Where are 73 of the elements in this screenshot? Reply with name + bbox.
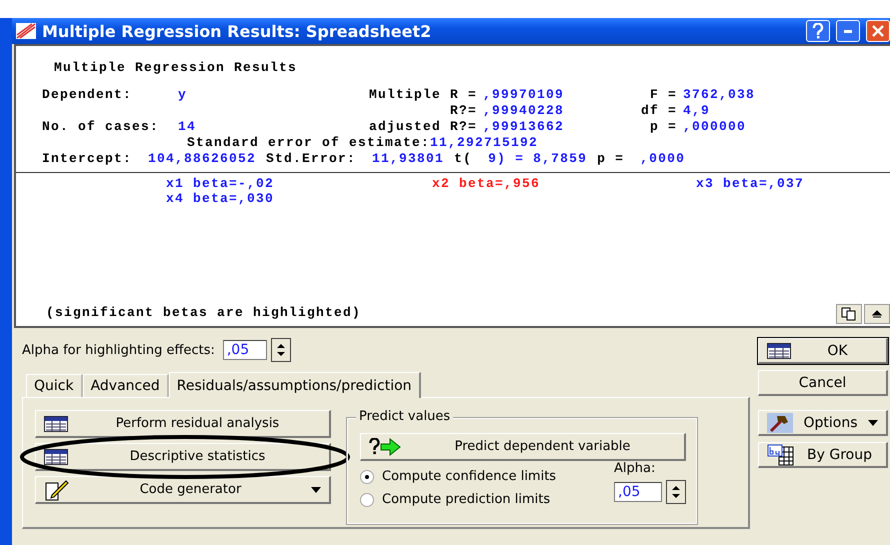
caret-icon [868,420,878,426]
stat-label: adjusted R?= [368,119,478,134]
predict-button[interactable]: Predict dependent variable [360,433,686,461]
action-button[interactable]: Descriptive statistics [35,443,331,471]
stat-label: F = [648,87,678,102]
hammer-icon [767,412,793,432]
table-icon [44,448,68,464]
stat-label: Std.Error: [266,151,358,166]
stat-label: Dependent: [42,87,134,102]
dialog-button[interactable]: Cancel [758,370,888,396]
alpha-label: Alpha: [614,461,656,476]
stat-value: 11,292715192 [430,135,538,150]
stat-value: 14 [178,119,198,134]
question-arrow-icon [369,438,403,456]
radio-option[interactable]: Compute confidence limits [360,469,556,484]
dialog-button[interactable]: OK [758,338,888,364]
stat-value: 104,88626052 [148,151,256,166]
table-icon [767,342,791,358]
stat-value: 3762,038 [683,87,756,102]
stat-label: No. of cases: [42,119,160,134]
help-button[interactable] [806,20,830,42]
minimize-icon [843,29,853,33]
caret-icon [311,486,321,492]
beta-value: x1 beta=-,02 [166,176,276,191]
minimize-button[interactable] [836,20,860,42]
radio-icon[interactable] [360,492,374,506]
copy-icon [841,307,857,321]
stat-label: Multiple R = [368,87,478,102]
stat-value: 11,93801 [372,151,444,166]
stat-value: ,99970109 [483,87,566,102]
beta-value: x4 beta=,030 [166,191,276,206]
stat-label: df = [640,103,678,118]
pencil-icon [44,478,70,500]
stat-value: ,0000 [640,151,686,166]
stat-value: 9) = 8,7859 [488,151,588,166]
stat-label: R?= [448,103,478,118]
report-heading: Multiple Regression Results [54,60,298,75]
dialog-button[interactable]: By Group [758,442,888,468]
stat-label: p = [597,151,626,166]
arrow-up-icon [872,309,882,319]
stat-label: Intercept: [42,151,134,166]
stat-value: ,99913662 [483,119,566,134]
report-note: (significant betas are highlighted) [46,305,362,320]
stat-value: y [178,87,188,102]
tab[interactable]: Quick [26,374,83,397]
beta-value: x3 beta=,037 [696,176,806,191]
tab[interactable]: Residuals/assumptions/prediction [168,372,421,398]
dialog-button[interactable]: Options [758,410,888,436]
alpha-field[interactable]: ,05 [614,482,662,502]
alpha-label: Alpha for highlighting effects: [22,342,215,358]
stat-label: t( [454,151,474,166]
spin-buttons[interactable] [270,338,291,362]
table-icon [44,416,68,432]
copy-button[interactable] [836,304,862,324]
action-button[interactable]: Perform residual analysis [35,410,331,438]
close-button[interactable] [866,20,890,42]
beta-value: x2 beta=,956 [432,176,542,191]
stat-value: ,99940228 [483,103,566,118]
stat-label: p = [648,119,678,134]
radio-icon[interactable] [360,470,374,484]
help-icon [812,23,824,39]
spin-buttons[interactable] [666,480,686,504]
window-title: Multiple Regression Results: Spreadsheet2 [42,22,432,40]
stat-value: 4,9 [683,103,712,118]
chart-icon [16,23,36,39]
action-button[interactable]: Code generator [35,476,331,504]
tab[interactable]: Advanced [82,374,169,397]
by-group-icon [767,444,795,466]
scroll-up-button[interactable] [864,304,890,324]
radio-option[interactable]: Compute prediction limits [360,492,556,507]
stat-value: ,000000 [683,119,748,134]
alpha-field[interactable]: ,05 [222,340,267,360]
close-icon [871,24,885,38]
